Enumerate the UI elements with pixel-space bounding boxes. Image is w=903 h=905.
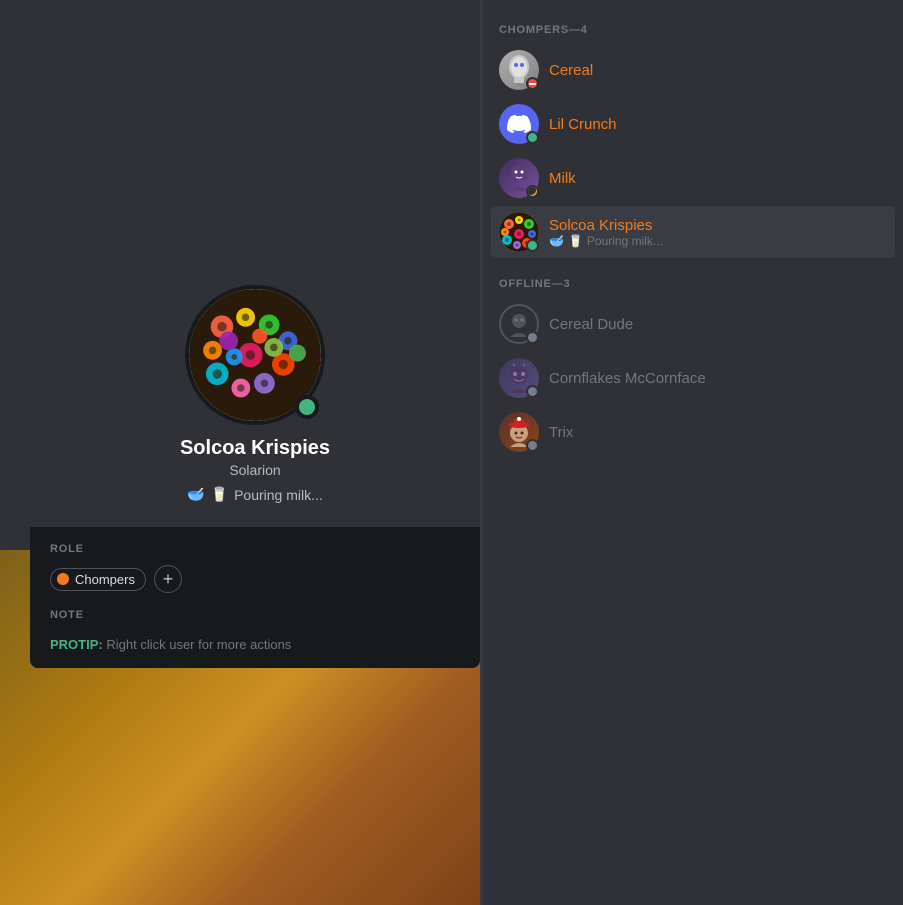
profile-status: 🥣 🥛 Pouring milk... bbox=[187, 486, 323, 503]
status-text: Pouring milk... bbox=[234, 487, 323, 503]
avatar-wrapper bbox=[185, 285, 325, 425]
profile-card: Solcoa Krispies Solarion 🥣 🥛 Pouring mil… bbox=[30, 265, 480, 668]
member-name-cornflakes: Cornflakes McCornface bbox=[549, 370, 887, 387]
online-category-label: CHOMPERS—4 bbox=[491, 16, 895, 40]
member-sub-solcoa: 🥣 🥛 Pouring milk... bbox=[549, 234, 887, 248]
profile-card-body: ROLE Chompers + NOTE PROTIP: Right click… bbox=[30, 527, 480, 668]
add-role-button[interactable]: + bbox=[154, 565, 182, 593]
member-avatar-solcoa bbox=[499, 212, 539, 252]
status-emoji1: 🥣 bbox=[187, 486, 204, 503]
member-item-lilcrunch[interactable]: Lil Crunch bbox=[491, 98, 895, 150]
status-offline-cereal-dude bbox=[526, 331, 539, 344]
roles-row: Chompers + bbox=[50, 565, 460, 593]
member-info-milk: Milk bbox=[549, 170, 887, 187]
member-item-solcoa[interactable]: Solcoa Krispies 🥣 🥛 Pouring milk... bbox=[491, 206, 895, 258]
role-color-dot bbox=[57, 573, 69, 585]
member-name-milk: Milk bbox=[549, 170, 887, 187]
member-name-cereal: Cereal bbox=[549, 62, 887, 79]
member-name-cereal-dude: Cereal Dude bbox=[549, 316, 887, 333]
status-online-lilcrunch bbox=[526, 131, 539, 144]
offline-category-label: OFFLINE—3 bbox=[491, 270, 895, 294]
profile-name: Solcoa Krispies bbox=[180, 437, 330, 460]
profile-card-header: Solcoa Krispies Solarion 🥣 🥛 Pouring mil… bbox=[30, 265, 480, 527]
role-badge-chompers[interactable]: Chompers bbox=[50, 568, 146, 591]
member-info-trix: Trix bbox=[549, 424, 887, 441]
member-avatar-cereal-dude bbox=[499, 304, 539, 344]
sub-emoji2: 🥛 bbox=[568, 234, 583, 248]
protip-content: Right click user for more actions bbox=[106, 637, 291, 652]
protip-label: PROTIP: bbox=[50, 637, 103, 652]
member-name-lilcrunch: Lil Crunch bbox=[549, 116, 887, 133]
member-item-cereal[interactable]: Cereal bbox=[491, 44, 895, 96]
sub-emoji1: 🥣 bbox=[549, 234, 564, 248]
status-offline-trix bbox=[526, 439, 539, 452]
status-idle-milk bbox=[526, 185, 539, 198]
status-dnd-cereal bbox=[526, 77, 539, 90]
member-name-solcoa: Solcoa Krispies bbox=[549, 217, 887, 234]
status-online-solcoa bbox=[526, 239, 539, 252]
member-item-trix[interactable]: Trix bbox=[491, 406, 895, 458]
member-info-lilcrunch: Lil Crunch bbox=[549, 116, 887, 133]
status-offline-cornflakes bbox=[526, 385, 539, 398]
member-item-cereal-dude[interactable]: Cereal Dude bbox=[491, 298, 895, 350]
member-avatar-trix bbox=[499, 412, 539, 452]
member-info-cereal-dude: Cereal Dude bbox=[549, 316, 887, 333]
member-avatar-milk bbox=[499, 158, 539, 198]
member-info-cereal: Cereal bbox=[549, 62, 887, 79]
protip-text: PROTIP: Right click user for more action… bbox=[50, 637, 460, 652]
member-avatar-cereal bbox=[499, 50, 539, 90]
member-info-solcoa: Solcoa Krispies 🥣 🥛 Pouring milk... bbox=[549, 217, 887, 248]
sub-text: Pouring milk... bbox=[587, 234, 663, 248]
member-info-cornflakes: Cornflakes McCornface bbox=[549, 370, 887, 387]
member-item-cornflakes[interactable]: Cornflakes McCornface bbox=[491, 352, 895, 404]
member-list-panel: CHOMPERS—4 Cereal bbox=[483, 0, 903, 905]
role-section-label: ROLE bbox=[50, 543, 460, 555]
profile-username: Solarion bbox=[229, 462, 280, 478]
member-name-trix: Trix bbox=[549, 424, 887, 441]
role-name: Chompers bbox=[75, 572, 135, 587]
online-status-indicator bbox=[295, 395, 319, 419]
member-avatar-lilcrunch bbox=[499, 104, 539, 144]
note-section: NOTE bbox=[50, 609, 460, 621]
member-avatar-cornflakes bbox=[499, 358, 539, 398]
note-section-label: NOTE bbox=[50, 609, 460, 621]
member-item-milk[interactable]: Milk bbox=[491, 152, 895, 204]
status-emoji2: 🥛 bbox=[211, 486, 228, 503]
